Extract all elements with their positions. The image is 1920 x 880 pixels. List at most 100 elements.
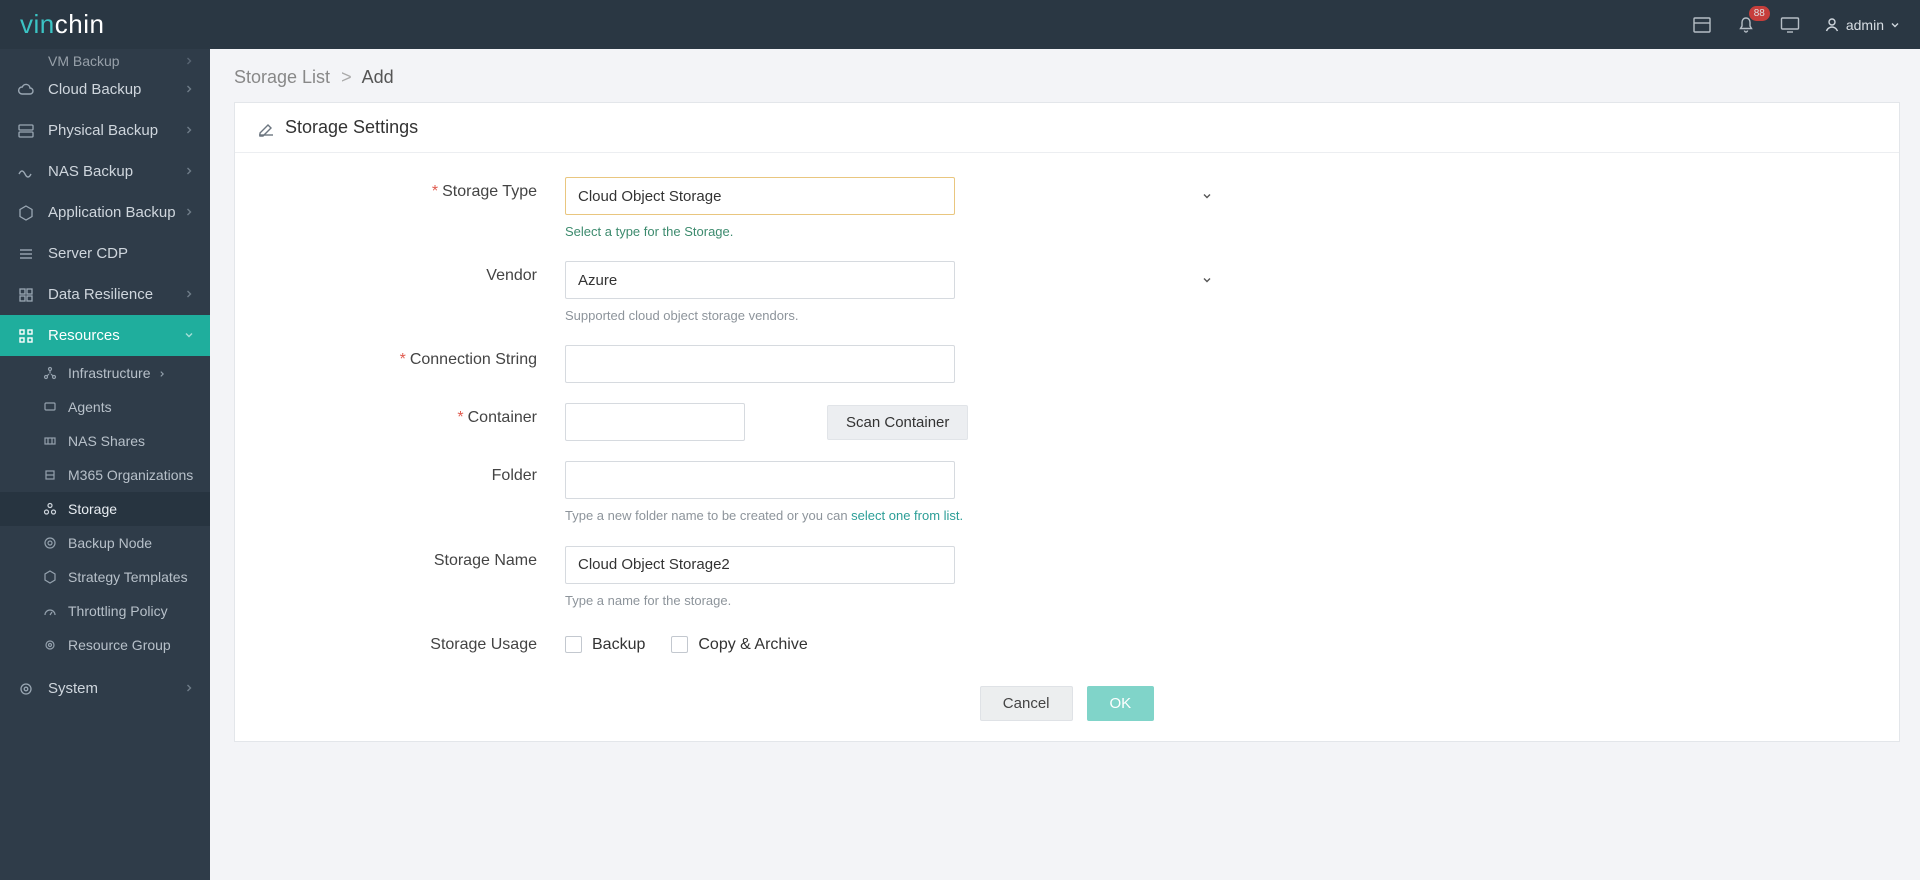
sidebar-item-data-resilience[interactable]: Data Resilience — [0, 274, 210, 315]
sidebar-sub-nas-shares[interactable]: NAS Shares — [0, 424, 210, 458]
folder-input[interactable] — [565, 461, 955, 499]
sidebar-sub-backup-node[interactable]: Backup Node — [0, 526, 210, 560]
hint-vendor: Supported cloud object storage vendors. — [565, 307, 965, 325]
row-storage-usage: Storage Usage Backup Copy & Archive — [245, 630, 1889, 654]
label: Storage — [68, 501, 117, 517]
sidebar-sub-throttling-policy[interactable]: Throttling Policy — [0, 594, 210, 628]
chevron-down-icon — [1201, 189, 1213, 207]
breadcrumb-sep: > — [341, 67, 352, 87]
hex-icon — [16, 203, 36, 223]
apps-icon — [16, 326, 36, 346]
server-icon — [16, 121, 36, 141]
bell-icon[interactable]: 88 — [1736, 15, 1756, 35]
notification-badge: 88 — [1749, 6, 1770, 21]
logo-accent: vin — [20, 9, 55, 39]
chevron-right-icon — [184, 81, 194, 98]
label: Strategy Templates — [68, 569, 188, 585]
header-actions: 88 admin — [1692, 15, 1900, 35]
chevron-right-icon — [184, 122, 194, 139]
drawer-icon[interactable] — [1692, 15, 1712, 35]
label: Infrastructure — [68, 365, 150, 381]
row-vendor: Vendor Azure Supported cloud object stor… — [245, 261, 1889, 325]
label-folder: Folder — [245, 461, 565, 485]
storage-type-select[interactable]: Cloud Object Storage — [565, 177, 955, 215]
stack-icon — [16, 244, 36, 264]
breadcrumb-root[interactable]: Storage List — [234, 67, 330, 87]
chevron-right-icon — [184, 680, 194, 697]
storage-settings-panel: Storage Settings *Storage Type Cloud Obj… — [234, 102, 1900, 742]
chevron-down-icon — [1201, 273, 1213, 291]
gear-icon — [16, 679, 36, 699]
usage-backup-checkbox[interactable]: Backup — [565, 636, 645, 654]
row-container: *Container Scan Container — [245, 403, 1889, 441]
breadcrumb-current: Add — [362, 67, 394, 87]
org-icon — [42, 467, 58, 483]
panel-title: Storage Settings — [285, 117, 418, 138]
hint-storage-type: Select a type for the Storage. — [565, 223, 965, 241]
sidebar-sub-m365[interactable]: M365 Organizations — [0, 458, 210, 492]
usage-copy-archive-checkbox[interactable]: Copy & Archive — [671, 636, 807, 654]
breadcrumb: Storage List > Add — [234, 67, 1900, 88]
label: VM Backup — [48, 53, 120, 69]
label-container: *Container — [245, 403, 565, 427]
chevron-right-icon — [184, 163, 194, 180]
label-storage-name: Storage Name — [245, 546, 565, 570]
storage-icon — [42, 501, 58, 517]
storage-name-input[interactable] — [565, 546, 955, 584]
sidebar-item-physical-backup[interactable]: Physical Backup — [0, 110, 210, 151]
container-input[interactable] — [565, 403, 745, 441]
sidebar-item-resources[interactable]: Resources — [0, 315, 210, 356]
row-folder: Folder Type a new folder name to be crea… — [245, 461, 1889, 525]
label: Server CDP — [48, 245, 128, 262]
label: Agents — [68, 399, 112, 415]
ok-button[interactable]: OK — [1087, 686, 1155, 721]
sidebar-sub-resource-group[interactable]: Resource Group — [0, 628, 210, 662]
sidebar-sub-infrastructure[interactable]: Infrastructure — [0, 356, 210, 390]
hint-storage-name: Type a name for the storage. — [565, 592, 965, 610]
hint-folder: Type a new folder name to be created or … — [565, 507, 965, 525]
sidebar-sub-strategy-templates[interactable]: Strategy Templates — [0, 560, 210, 594]
edit-icon — [257, 119, 275, 137]
user-name: admin — [1846, 17, 1884, 33]
select-folder-link[interactable]: select one from list. — [851, 508, 963, 523]
group-icon — [42, 637, 58, 653]
panel-body: *Storage Type Cloud Object Storage Selec… — [235, 153, 1899, 670]
label: NAS Backup — [48, 163, 133, 180]
cloud-icon — [16, 80, 36, 100]
app-header: vinchin 88 admin — [0, 0, 1920, 49]
brand-logo: vinchin — [20, 9, 104, 40]
label: Resources — [48, 327, 120, 344]
sidebar-item-application-backup[interactable]: Application Backup — [0, 192, 210, 233]
grid-icon — [16, 285, 36, 305]
sidebar-sub-storage[interactable]: Storage — [0, 492, 210, 526]
label: Copy & Archive — [698, 636, 807, 654]
label: Application Backup — [48, 204, 176, 221]
panel-header: Storage Settings — [235, 103, 1899, 153]
wave-icon — [16, 162, 36, 182]
sidebar-item-server-cdp[interactable]: Server CDP — [0, 233, 210, 274]
sidebar-item-vm-backup[interactable]: VM Backup — [0, 49, 210, 69]
connection-string-input[interactable] — [565, 345, 955, 383]
sidebar: VM Backup Cloud Backup Physical Backup N… — [0, 49, 210, 880]
label: Physical Backup — [48, 122, 158, 139]
chevron-down-icon — [1890, 20, 1900, 30]
row-connection-string: *Connection String — [245, 345, 1889, 383]
sidebar-sub-agents[interactable]: Agents — [0, 390, 210, 424]
label-storage-type: *Storage Type — [245, 177, 565, 201]
row-storage-type: *Storage Type Cloud Object Storage Selec… — [245, 177, 1889, 241]
panel-footer: Cancel OK — [235, 670, 1899, 741]
label-vendor: Vendor — [245, 261, 565, 285]
sidebar-item-nas-backup[interactable]: NAS Backup — [0, 151, 210, 192]
cancel-button[interactable]: Cancel — [980, 686, 1073, 721]
sidebar-item-system[interactable]: System — [0, 668, 210, 709]
label-connection-string: *Connection String — [245, 345, 565, 369]
monitor-icon[interactable] — [1780, 15, 1800, 35]
template-icon — [42, 569, 58, 585]
chevron-right-icon — [158, 365, 166, 381]
vendor-select[interactable]: Azure — [565, 261, 955, 299]
label: Backup — [592, 636, 645, 654]
scan-container-button[interactable]: Scan Container — [827, 405, 968, 440]
label-storage-usage: Storage Usage — [245, 630, 565, 654]
sidebar-item-cloud-backup[interactable]: Cloud Backup — [0, 69, 210, 110]
user-menu[interactable]: admin — [1824, 17, 1900, 33]
